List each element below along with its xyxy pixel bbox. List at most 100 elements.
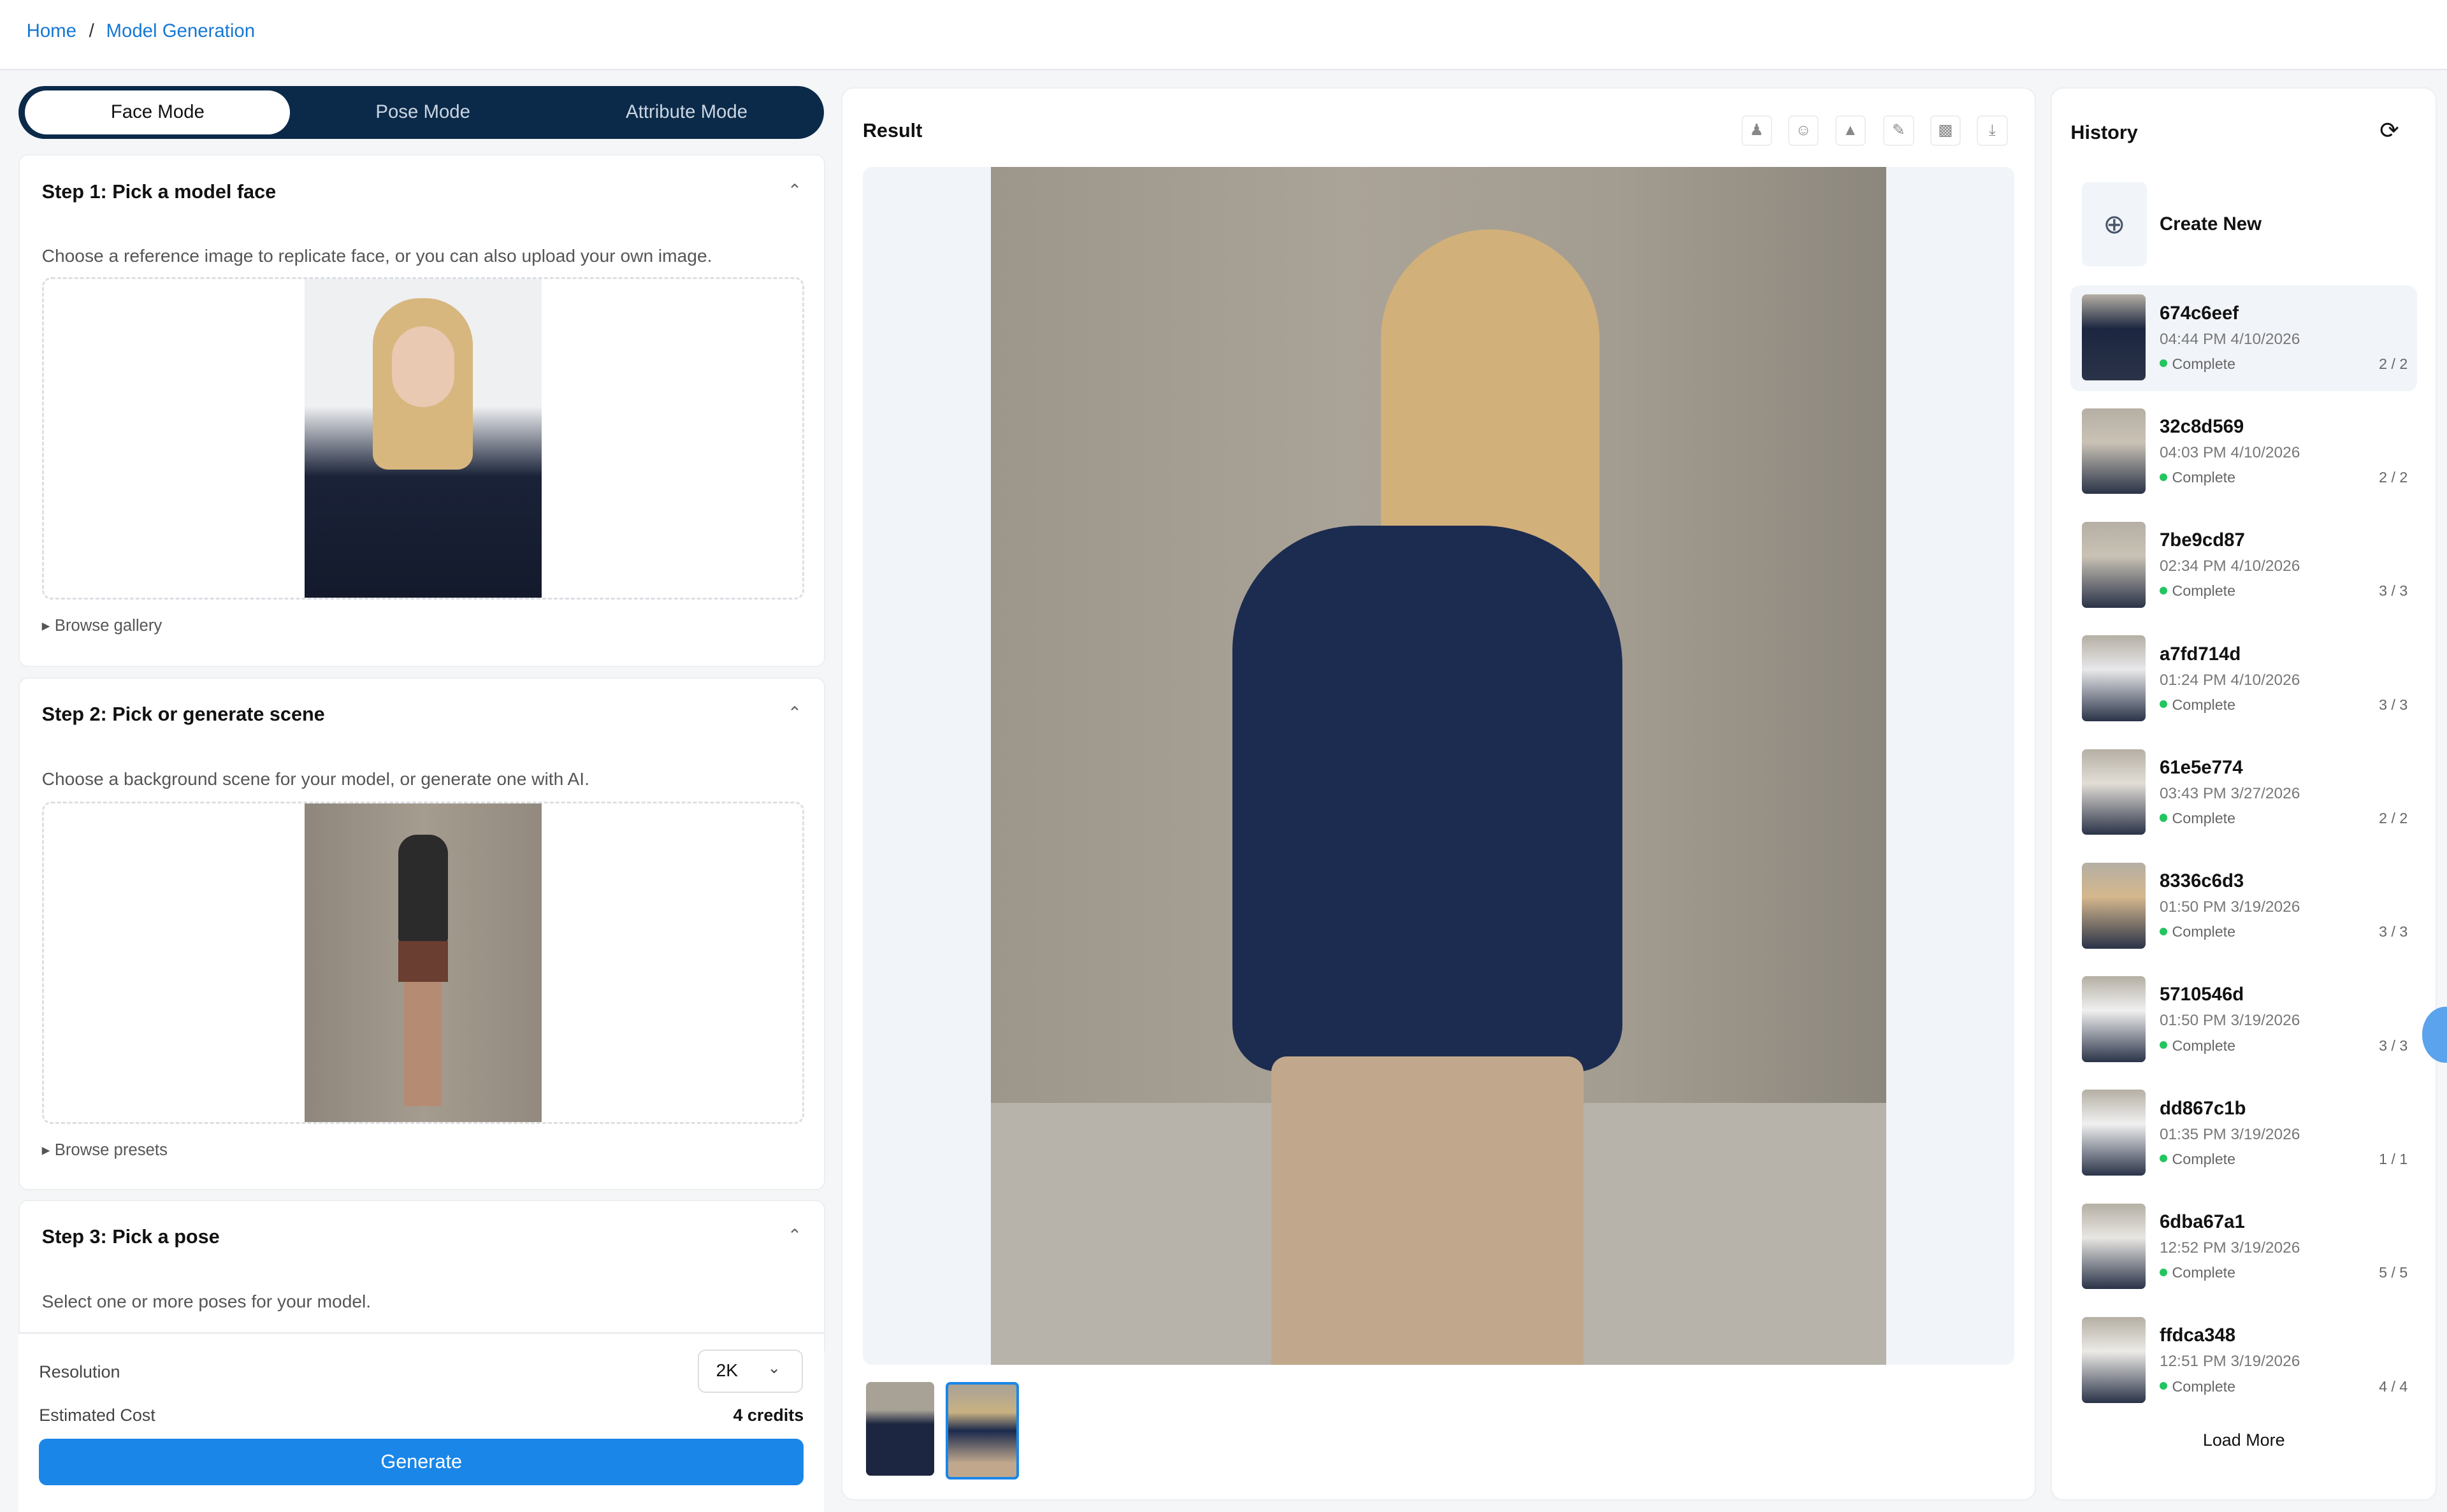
resolution-label: Resolution (39, 1362, 120, 1381)
step2-title: Step 2: Pick or generate scene (41, 703, 325, 726)
step1-description: Choose a reference image to replicate fa… (41, 246, 712, 266)
generate-button[interactable]: Generate (39, 1438, 804, 1485)
history-item-id: 61e5e774 (2159, 756, 2243, 778)
history-item-id: 32c8d569 (2159, 415, 2244, 437)
history-item-id: 5710546d (2159, 984, 2244, 1005)
history-thumbnail (2081, 635, 2146, 721)
history-item-time: 12:51 PM 3/19/2026 (2159, 1353, 2300, 1371)
load-more-button[interactable]: Load More (2052, 1430, 2436, 1450)
scene-reference-image (304, 803, 542, 1122)
history-item-status: Complete (2160, 923, 2236, 940)
history-item-count: 3 / 3 (2379, 1037, 2408, 1054)
figure-top (398, 835, 448, 944)
history-item[interactable]: dd867c1b 01:35 PM 3/19/2026 Complete 1 /… (2070, 1081, 2417, 1187)
history-item-time: 01:50 PM 3/19/2026 (2159, 898, 2300, 916)
plus-circle-icon: ⊕ (2081, 182, 2147, 267)
result-image[interactable] (990, 166, 1887, 1365)
browse-presets-link[interactable]: ▸ Browse presets (42, 1141, 168, 1160)
result-thumbnail-2[interactable] (945, 1382, 1020, 1480)
pose-icon[interactable]: ♟ (1741, 115, 1772, 146)
refresh-icon[interactable]: ⟳ (2379, 117, 2399, 144)
result-image-container (862, 166, 2015, 1365)
create-new-label: Create New (2159, 213, 2262, 235)
history-item[interactable]: 7be9cd87 02:34 PM 4/10/2026 Complete 3 /… (2070, 512, 2417, 619)
header: Home / Model Generation (0, 0, 2447, 70)
history-item-id: 6dba67a1 (2159, 1211, 2245, 1232)
history-thumbnail (2081, 862, 2146, 949)
browse-gallery-link[interactable]: ▸ Browse gallery (42, 616, 162, 635)
mode-switcher: Face Mode Pose Mode Attribute Mode (18, 85, 825, 139)
history-thumbnail (2081, 1203, 2146, 1290)
face-swap-icon[interactable]: ☺ (1788, 115, 1819, 146)
history-item-status: Complete (2160, 1151, 2236, 1168)
chevron-up-icon[interactable]: ⌃ (788, 1226, 802, 1246)
breadcrumb-current[interactable]: Model Generation (106, 20, 256, 42)
history-item-time: 04:44 PM 4/10/2026 (2159, 330, 2300, 348)
history-item-id: 674c6eef (2159, 302, 2239, 324)
history-item-status: Complete (2160, 1037, 2236, 1055)
history-item-id: 7be9cd87 (2159, 529, 2245, 551)
history-item-count: 1 / 1 (2379, 1150, 2408, 1167)
tab-pose-mode[interactable]: Pose Mode (291, 90, 556, 134)
history-item[interactable]: 61e5e774 03:43 PM 3/27/2026 Complete 2 /… (2070, 740, 2417, 846)
face-shape (391, 326, 454, 408)
tab-face-mode[interactable]: Face Mode (25, 90, 291, 134)
history-item-count: 3 / 3 (2379, 696, 2408, 713)
history-item-time: 03:43 PM 3/27/2026 (2159, 784, 2300, 802)
result-title: Result (862, 120, 923, 142)
step3-description: Select one or more poses for your model. (41, 1292, 372, 1312)
browse-gallery-label: Browse gallery (54, 616, 162, 635)
history-item-time: 01:35 PM 3/19/2026 (2159, 1125, 2300, 1143)
history-item[interactable]: 32c8d569 04:03 PM 4/10/2026 Complete 2 /… (2070, 399, 2417, 505)
create-new-button[interactable]: ⊕ Create New (2081, 182, 2425, 267)
face-reference-image (304, 279, 542, 598)
face-dropzone[interactable] (41, 277, 804, 600)
history-item-time: 04:03 PM 4/10/2026 (2159, 444, 2300, 462)
history-item[interactable]: ffdca348 12:51 PM 3/19/2026 Complete 4 /… (2070, 1307, 2417, 1414)
estimated-cost-label: Estimated Cost (39, 1406, 155, 1425)
step2-card: Step 2: Pick or generate scene ⌃ Choose … (18, 677, 825, 1190)
estimated-cost-value: 4 credits (733, 1406, 804, 1425)
chevron-up-icon[interactable]: ⌃ (788, 181, 802, 201)
history-item[interactable]: a7fd714d 01:24 PM 4/10/2026 Complete 3 /… (2070, 626, 2417, 733)
scene-dropzone[interactable] (41, 802, 804, 1124)
history-item-count: 2 / 2 (2379, 469, 2408, 486)
history-item[interactable]: 674c6eef 04:44 PM 4/10/2026 Complete 2 /… (2070, 285, 2418, 392)
history-item-status: Complete (2160, 1378, 2236, 1395)
history-item-status: Complete (2160, 582, 2236, 600)
generation-settings: Resolution 2K ⌄ Estimated Cost 4 credits… (18, 1332, 825, 1512)
chevron-up-icon[interactable]: ⌃ (788, 703, 802, 723)
history-thumbnail (2081, 408, 2146, 494)
result-panel: Result ♟ ☺ ▲ ✎ ▩ ⤓ (841, 87, 2037, 1501)
history-item[interactable]: 5710546d 01:50 PM 3/19/2026 Complete 3 /… (2070, 967, 2417, 1073)
history-item-id: 8336c6d3 (2159, 870, 2244, 892)
history-item-status: Complete (2160, 696, 2236, 714)
download-icon[interactable]: ⤓ (1977, 115, 2008, 146)
tab-attribute-mode[interactable]: Attribute Mode (554, 90, 819, 134)
upscale-icon[interactable]: ▩ (1930, 115, 1961, 146)
history-item-status: Complete (2160, 810, 2236, 827)
history-thumbnail (2081, 1090, 2146, 1176)
history-item-time: 01:24 PM 4/10/2026 (2159, 671, 2300, 689)
history-item-count: 2 / 2 (2379, 810, 2408, 827)
chevron-down-icon: ⌄ (767, 1360, 781, 1378)
history-thumbnail (2081, 976, 2146, 1062)
history-item-status: Complete (2160, 1264, 2236, 1281)
history-item-status: Complete (2160, 469, 2236, 486)
resolution-value: 2K (716, 1360, 739, 1380)
sweater-shape (1232, 525, 1623, 1072)
history-item-id: dd867c1b (2159, 1097, 2246, 1119)
edit-icon[interactable]: ✎ (1883, 115, 1914, 146)
breadcrumb-home[interactable]: Home (27, 20, 76, 42)
history-thumbnail (2081, 749, 2146, 835)
result-thumbnail-1[interactable] (865, 1382, 935, 1476)
figure-legs (404, 981, 442, 1107)
step1-card: Step 1: Pick a model face ⌃ Choose a ref… (18, 154, 825, 668)
step1-title: Step 1: Pick a model face (41, 180, 277, 203)
history-item-id: a7fd714d (2159, 643, 2241, 665)
resolution-select[interactable]: 2K ⌄ (697, 1349, 804, 1393)
history-item[interactable]: 8336c6d3 01:50 PM 3/19/2026 Complete 3 /… (2070, 853, 2417, 960)
scene-icon[interactable]: ▲ (1835, 115, 1866, 146)
figure-shorts (398, 940, 448, 982)
history-item[interactable]: 6dba67a1 12:52 PM 3/19/2026 Complete 5 /… (2070, 1194, 2417, 1300)
